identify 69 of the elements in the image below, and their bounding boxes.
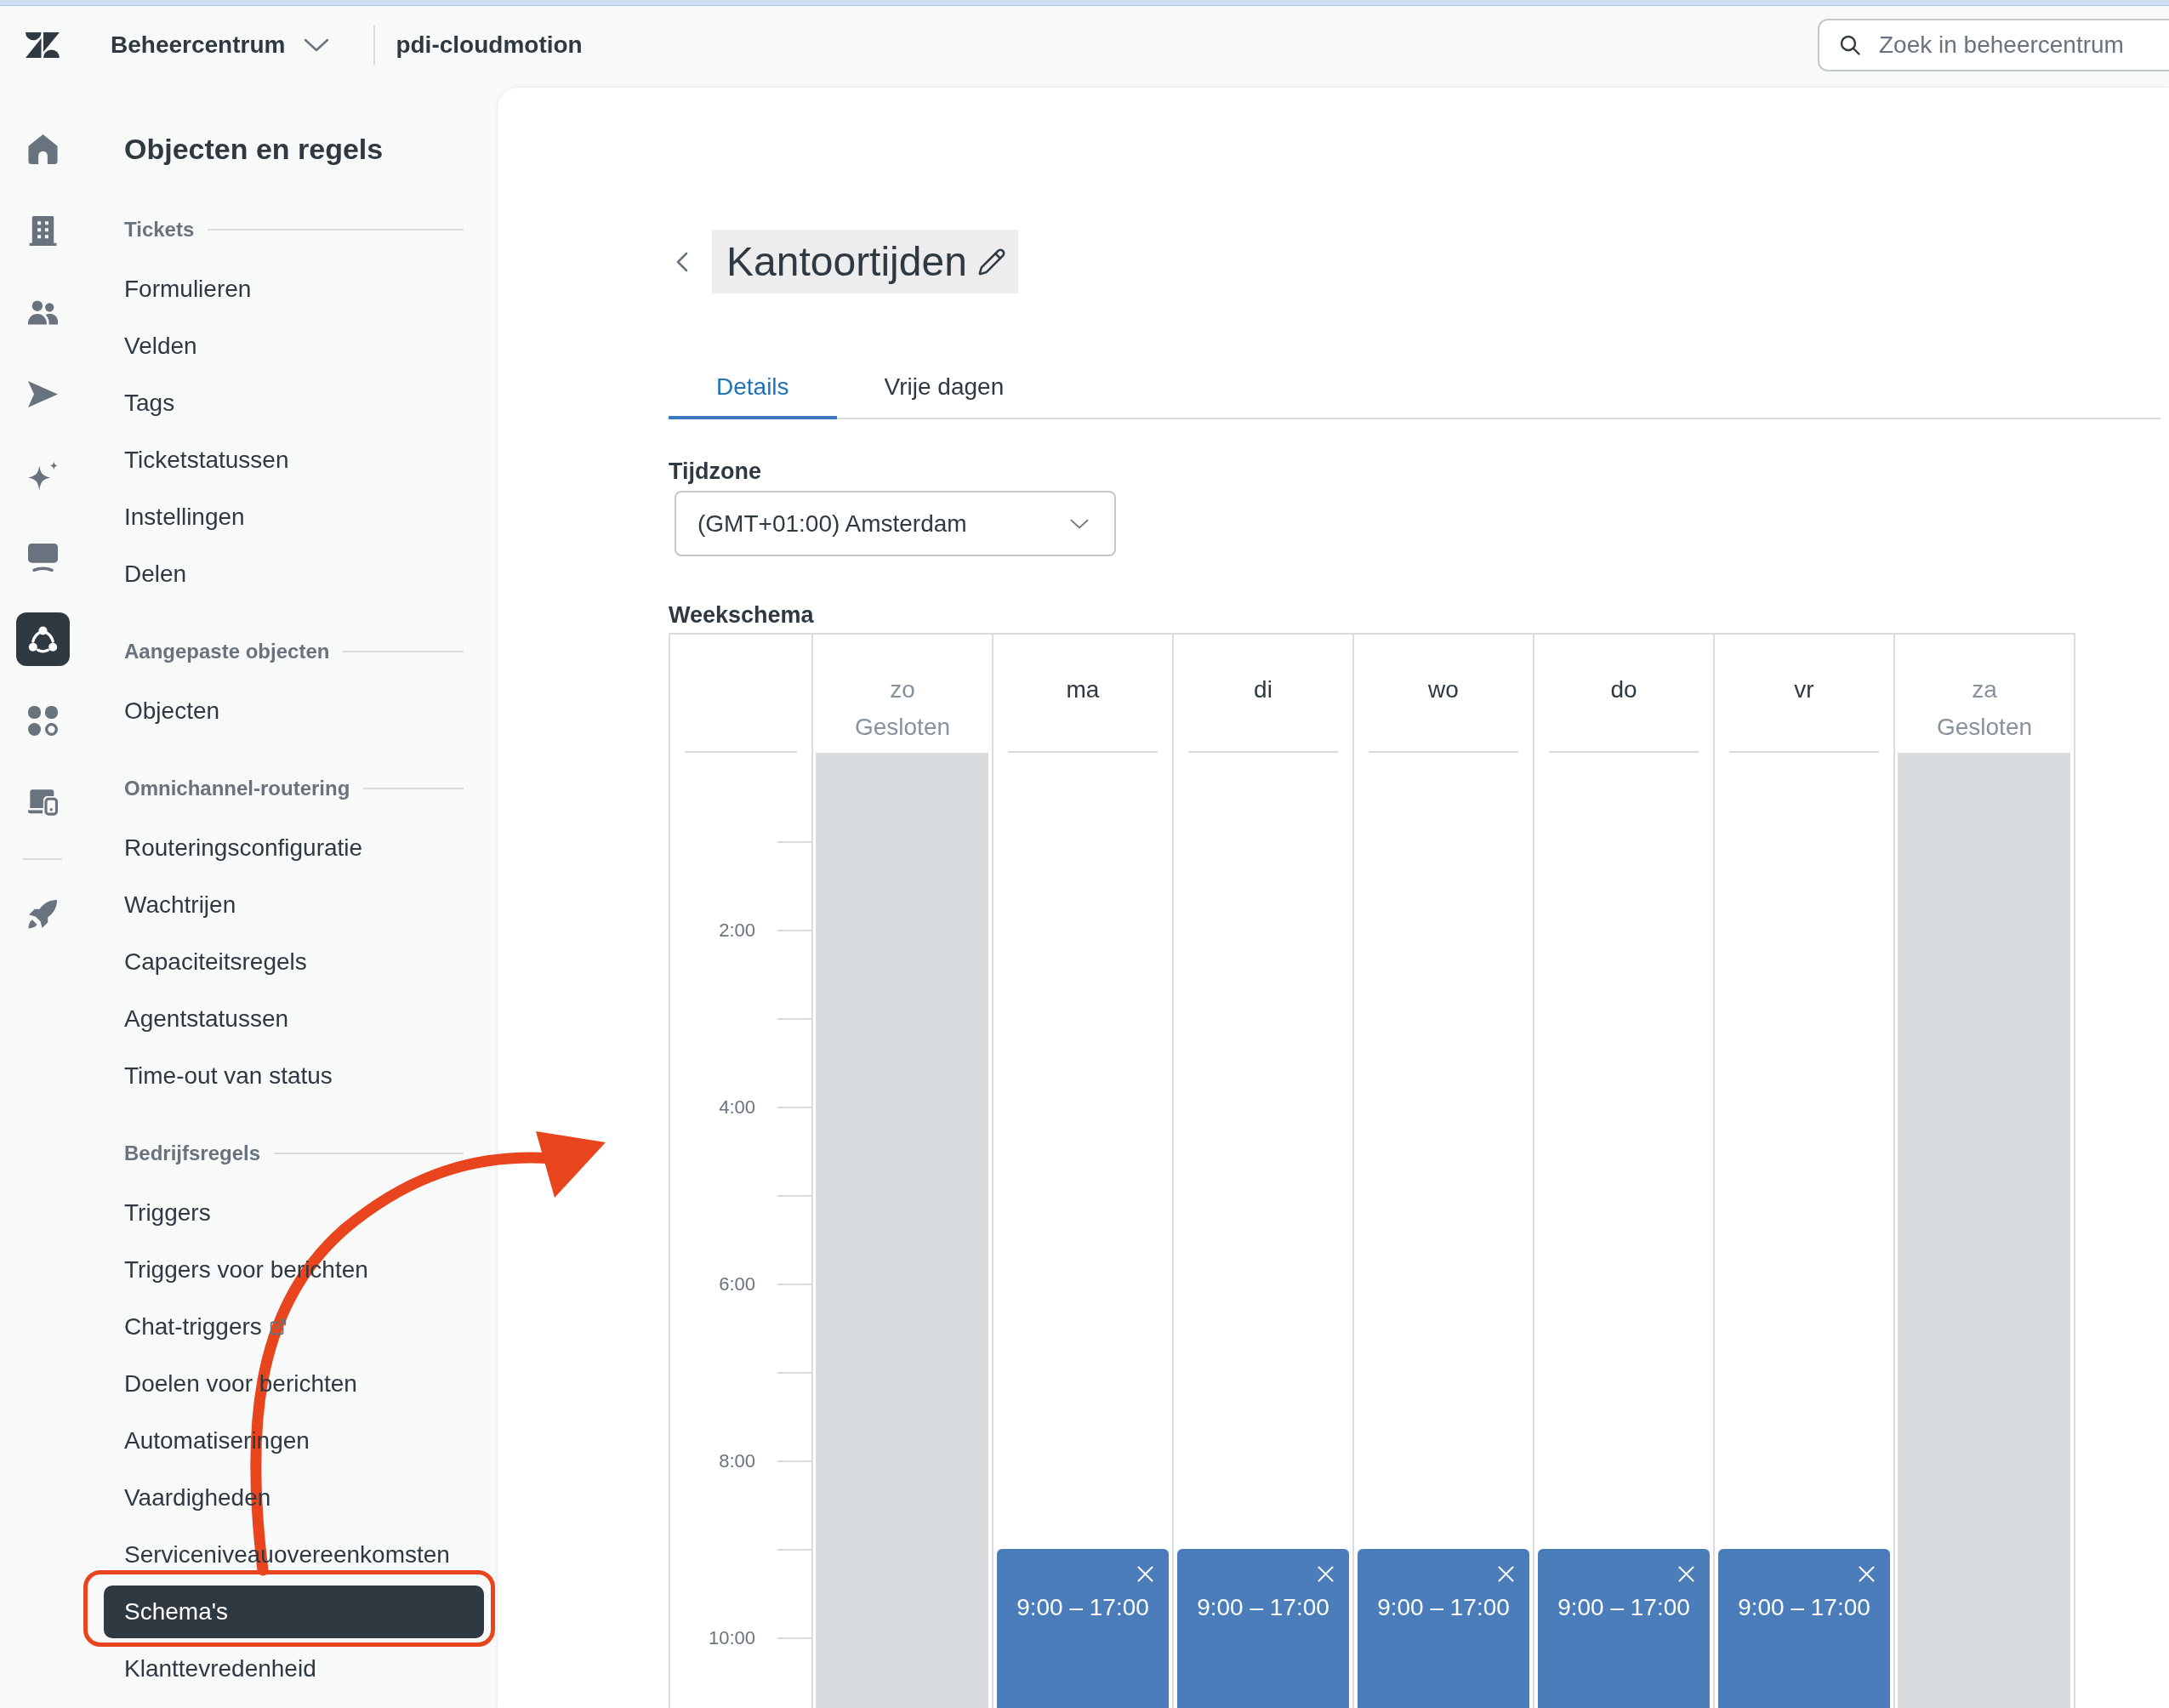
field-label: Tijdzone xyxy=(669,458,762,484)
nav-item[interactable]: Wachtrijen xyxy=(104,879,484,931)
time-label: 8:00 xyxy=(719,1450,755,1472)
panel-title: Objecten en regels xyxy=(123,132,384,167)
day-name: zo xyxy=(890,677,915,703)
nav-item[interactable]: Formulieren xyxy=(104,263,484,316)
time-block[interactable]: 9:00 – 17:00 xyxy=(997,1549,1169,1708)
search-field[interactable]: Zoek in beheercentrum xyxy=(1818,19,2169,71)
apps-icon[interactable] xyxy=(27,705,58,736)
day-name: ma xyxy=(1066,677,1100,703)
nav-item[interactable]: Capaciteitsregels xyxy=(104,936,484,988)
nav-item[interactable]: Time-out van status xyxy=(104,1050,484,1102)
pencil-icon[interactable] xyxy=(976,247,1006,276)
time-label: 6:00 xyxy=(719,1273,755,1295)
time-label: 4:00 xyxy=(719,1096,755,1119)
back-chevron-icon[interactable] xyxy=(676,251,688,272)
connected-nodes-icon[interactable] xyxy=(15,612,70,666)
search-icon xyxy=(1840,35,1860,55)
nav-item[interactable]: Routeringsconfiguratie xyxy=(104,822,484,874)
send-icon[interactable] xyxy=(27,379,58,409)
close-icon[interactable] xyxy=(1137,1566,1153,1582)
day-name: vr xyxy=(1794,677,1814,703)
account-name: pdi-cloudmotion xyxy=(396,31,583,60)
nav-item[interactable]: Chat-triggers xyxy=(104,1301,484,1353)
tab[interactable]: Vrije dagen xyxy=(836,358,1052,419)
home-icon[interactable] xyxy=(27,134,58,164)
nav-item[interactable]: Triggers xyxy=(104,1187,484,1239)
section-heading: Omnichannel-routering xyxy=(124,777,350,800)
product-switcher[interactable]: Beheercentrum xyxy=(111,30,330,60)
time-label: 10:00 xyxy=(708,1627,755,1649)
nav-item[interactable]: Velden xyxy=(104,320,484,373)
time-block[interactable]: 9:00 – 17:00 xyxy=(1718,1549,1890,1708)
rocket-icon[interactable] xyxy=(27,899,58,930)
close-icon[interactable] xyxy=(1859,1566,1875,1582)
day-name: wo xyxy=(1428,677,1459,703)
nav-item[interactable]: Delen xyxy=(104,548,484,601)
field-label: Weekschema xyxy=(669,602,815,628)
nav-item[interactable]: Instellingen xyxy=(104,491,484,544)
timezone-select[interactable]: (GMT+01:00) Amsterdam xyxy=(675,491,1116,556)
time-block[interactable]: 9:00 – 17:00 xyxy=(1358,1549,1529,1708)
time-block[interactable]: 9:00 – 17:00 xyxy=(1177,1549,1349,1708)
day-name: do xyxy=(1610,677,1637,703)
day-status: Gesloten xyxy=(854,715,951,740)
logo-icon xyxy=(26,32,60,58)
title-edit-field[interactable]: Kantoortijden xyxy=(712,230,1018,293)
day-status: Gesloten xyxy=(1936,715,2033,740)
close-icon[interactable] xyxy=(1318,1566,1334,1582)
nav-item[interactable]: Objecten xyxy=(104,685,484,737)
section-heading: Tickets xyxy=(124,218,195,242)
sparkle-icon[interactable] xyxy=(27,460,58,491)
time-label: 2:00 xyxy=(719,919,755,942)
tab[interactable]: Details xyxy=(669,358,837,419)
nav-item[interactable]: Agentstatussen xyxy=(104,993,484,1045)
close-icon[interactable] xyxy=(1678,1566,1694,1582)
close-icon[interactable] xyxy=(1498,1566,1514,1582)
chevron-down-icon xyxy=(1070,518,1089,529)
nav-item[interactable]: Schema's xyxy=(104,1586,484,1638)
section-heading: Aangepaste objecten xyxy=(124,640,330,663)
nav-item[interactable]: Ticketstatussen xyxy=(104,434,484,487)
time-block[interactable]: 9:00 – 17:00 xyxy=(1538,1549,1710,1708)
day-name: di xyxy=(1254,677,1272,703)
section-heading: Bedrijfsregels xyxy=(124,1142,261,1165)
nav-item[interactable]: Tags xyxy=(104,377,484,430)
day-name: za xyxy=(1972,677,1997,703)
nav-item[interactable]: Klanttevredenheid xyxy=(104,1643,484,1695)
monitor-icon[interactable] xyxy=(27,542,58,572)
chevron-down-icon xyxy=(304,38,330,52)
devices-icon[interactable] xyxy=(27,787,58,817)
building-icon[interactable] xyxy=(27,215,58,246)
